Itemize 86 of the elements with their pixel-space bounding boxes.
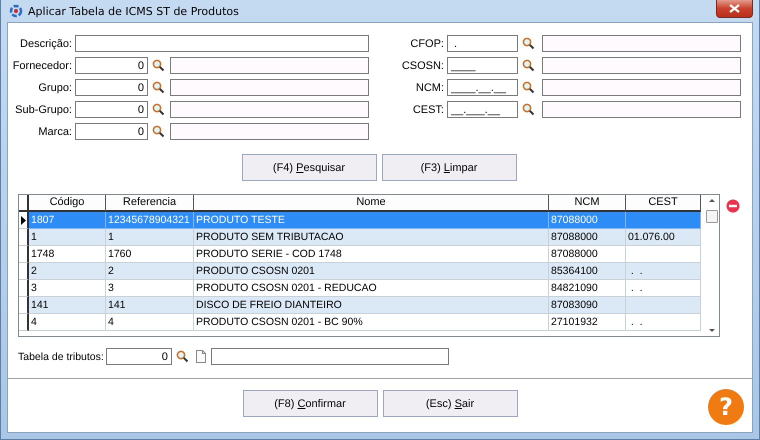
action-button[interactable]: (Esc) Sair bbox=[382, 390, 518, 417]
field-label: NCM: bbox=[414, 82, 444, 94]
search-icon[interactable] bbox=[152, 103, 165, 116]
table-cell-text: . . bbox=[630, 316, 643, 328]
description-field[interactable] bbox=[170, 101, 369, 118]
code-field[interactable]: 0 bbox=[106, 348, 172, 365]
window-title: Aplicar Tabela de ICMS ST de Produtos bbox=[28, 4, 239, 18]
column-header[interactable]: NCM bbox=[549, 195, 626, 212]
table-cell: 1760 bbox=[108, 248, 132, 260]
table-cell: DISCO DE FREIO DIANTEIRO bbox=[196, 299, 342, 311]
table-cell: PRODUTO SERIE - COD 1748 bbox=[196, 248, 342, 260]
table-cell: PRODUTO TESTE bbox=[196, 214, 285, 226]
table-cell: 84821090 bbox=[551, 282, 598, 294]
table-cell: 4 bbox=[31, 316, 37, 328]
table-cell: PRODUTO SEM TRIBUTACAO bbox=[196, 231, 344, 243]
table-cell: 87088000 bbox=[551, 248, 598, 260]
table-cell: PRODUTO CSOSN 0201 bbox=[196, 265, 315, 277]
table-cell: 1748 bbox=[31, 248, 54, 260]
field-label: CSOSN: bbox=[400, 60, 444, 72]
text-field[interactable] bbox=[75, 35, 369, 52]
table-cell: 12345678904321 bbox=[108, 214, 190, 226]
table-cell: 85364100 bbox=[551, 265, 598, 277]
table-cell: 2 bbox=[31, 265, 37, 277]
search-icon[interactable] bbox=[152, 81, 165, 94]
field-label: Marca: bbox=[37, 126, 72, 138]
code-field[interactable]: 0 bbox=[75, 57, 148, 74]
column-header[interactable]: Nome bbox=[194, 195, 549, 212]
table-cell: 01.076.00 bbox=[628, 231, 675, 243]
code-field[interactable]: ____ bbox=[447, 57, 518, 74]
code-field[interactable]: __.___.__ bbox=[447, 101, 518, 118]
description-field[interactable] bbox=[210, 348, 449, 365]
column-header[interactable]: CEST bbox=[626, 195, 701, 212]
table-cell: 4 bbox=[108, 316, 114, 328]
table-cell: 141 bbox=[31, 299, 49, 311]
field-label: CEST: bbox=[412, 104, 444, 116]
table-cell: 87088000 bbox=[551, 214, 598, 226]
column-header[interactable]: Código bbox=[29, 195, 106, 212]
action-button[interactable]: (F4) Pesquisar bbox=[242, 154, 376, 181]
table-cell: 27101932 bbox=[551, 316, 598, 328]
table-cell: 1807 bbox=[31, 214, 54, 226]
description-field[interactable] bbox=[170, 123, 369, 140]
description-field[interactable] bbox=[542, 101, 741, 118]
row-pointer-icon bbox=[20, 216, 26, 224]
code-field[interactable]: 0 bbox=[75, 123, 148, 140]
field-label: Tabela de tributos: bbox=[18, 350, 104, 362]
search-icon[interactable] bbox=[522, 81, 535, 94]
search-icon[interactable] bbox=[176, 350, 189, 363]
description-field[interactable] bbox=[542, 79, 741, 96]
table-cell: 3 bbox=[31, 282, 37, 294]
table-cell: PRODUTO CSOSN 0201 - REDUCAO bbox=[196, 282, 377, 294]
table-cell: 2 bbox=[108, 265, 114, 277]
table-cell: PRODUTO CSOSN 0201 - BC 90% bbox=[196, 316, 363, 328]
column-header[interactable]: Referencia bbox=[106, 195, 194, 212]
code-field[interactable]: 0 bbox=[75, 101, 148, 118]
search-icon[interactable] bbox=[522, 37, 535, 50]
description-field[interactable] bbox=[542, 57, 741, 74]
code-field[interactable]: ____.__.__ bbox=[447, 79, 518, 96]
table-cell: 87088000 bbox=[551, 231, 598, 243]
app-icon bbox=[9, 4, 23, 18]
table-cell: 1 bbox=[108, 231, 114, 243]
search-icon[interactable] bbox=[152, 125, 165, 138]
document-icon[interactable] bbox=[196, 350, 206, 363]
description-field[interactable] bbox=[170, 57, 369, 74]
code-field[interactable]: 0 bbox=[75, 79, 148, 96]
close-button[interactable] bbox=[716, 0, 753, 18]
table-cell: 3 bbox=[108, 282, 114, 294]
field-label: Fornecedor: bbox=[12, 60, 72, 72]
table-cell-text: . . bbox=[630, 282, 643, 294]
remove-icon[interactable] bbox=[726, 199, 740, 213]
description-field[interactable] bbox=[542, 35, 741, 52]
action-button[interactable]: (F3) Limpar bbox=[382, 154, 516, 181]
search-icon[interactable] bbox=[522, 103, 535, 116]
code-field[interactable]: . bbox=[447, 35, 518, 52]
table-cell-text: . . bbox=[630, 265, 643, 277]
field-label: CFOP: bbox=[409, 38, 444, 50]
search-icon[interactable] bbox=[152, 59, 165, 72]
table-cell: 1 bbox=[31, 231, 37, 243]
field-label: Grupo: bbox=[37, 82, 72, 94]
description-field[interactable] bbox=[170, 79, 369, 96]
field-label: Descrição: bbox=[19, 38, 72, 50]
close-icon bbox=[729, 4, 740, 13]
search-icon[interactable] bbox=[522, 59, 535, 72]
action-button[interactable]: (F8) Confirmar bbox=[242, 390, 378, 417]
field-label: Sub-Grupo: bbox=[14, 104, 72, 116]
table-cell: 141 bbox=[108, 299, 126, 311]
table-cell: 87083090 bbox=[551, 299, 598, 311]
